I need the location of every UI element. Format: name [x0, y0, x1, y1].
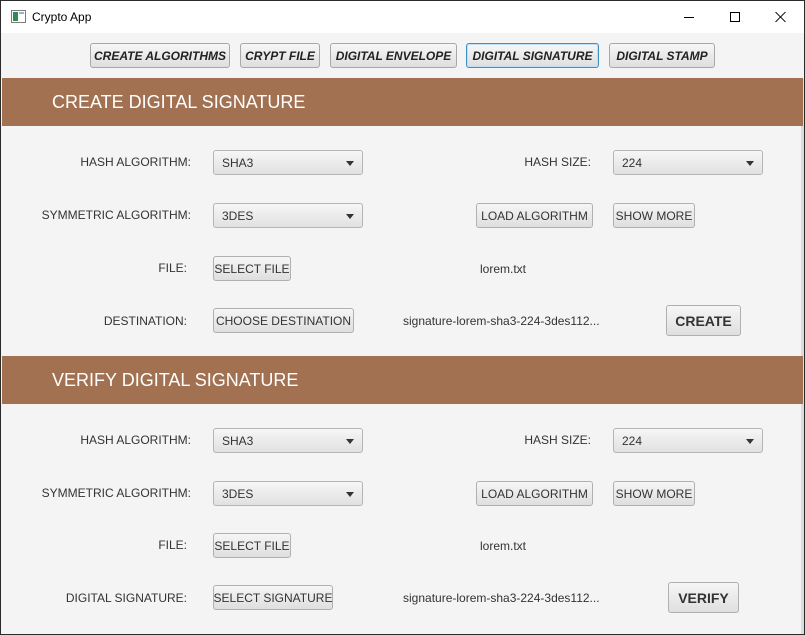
create-section-header: CREATE DIGITAL SIGNATURE: [2, 78, 803, 126]
minimize-button[interactable]: [666, 1, 712, 33]
verify-load-algorithm-button[interactable]: LOAD ALGORITHM: [476, 481, 593, 506]
create-file-name: lorem.txt: [480, 262, 527, 276]
close-button[interactable]: [758, 1, 804, 33]
verify-signature-value: signature-lorem-sha3-224-3des112...: [403, 591, 600, 605]
create-button[interactable]: CREATE: [666, 305, 741, 336]
create-hash-size-select[interactable]: 224: [613, 150, 763, 175]
create-hash-algorithm-label: HASH ALGORITHM:: [80, 155, 191, 169]
create-show-more-button[interactable]: SHOW MORE: [613, 203, 695, 228]
tab-create-algorithms[interactable]: CREATE ALGORITHMS: [90, 43, 230, 68]
tab-digital-stamp[interactable]: DIGITAL STAMP: [609, 43, 715, 68]
create-symmetric-select[interactable]: 3DES: [213, 203, 363, 228]
tab-crypt-file[interactable]: CRYPT FILE: [240, 43, 320, 68]
app-icon: [11, 10, 26, 23]
verify-show-more-button[interactable]: SHOW MORE: [613, 481, 695, 506]
verify-symmetric-select[interactable]: 3DES: [213, 481, 363, 506]
create-hash-algorithm-select[interactable]: SHA3: [213, 150, 363, 175]
minimize-icon: [684, 16, 694, 18]
verify-hash-algorithm-select[interactable]: SHA3: [213, 428, 363, 453]
tab-digital-signature[interactable]: DIGITAL SIGNATURE: [466, 43, 599, 68]
create-select-file-button[interactable]: SELECT FILE: [213, 256, 291, 281]
verify-symmetric-value: 3DES: [222, 486, 254, 501]
create-hash-size-label: HASH SIZE:: [524, 155, 591, 169]
create-load-algorithm-button[interactable]: LOAD ALGORITHM: [476, 203, 593, 228]
verify-hash-size-select[interactable]: 224: [613, 428, 763, 453]
chevron-down-icon: [346, 492, 354, 497]
verify-file-label: FILE:: [158, 538, 187, 552]
verify-hash-algorithm-value: SHA3: [222, 433, 254, 448]
verify-signature-label: DIGITAL SIGNATURE:: [65, 591, 187, 605]
verify-symmetric-label: SYMMETRIC ALGORITHM:: [41, 486, 191, 500]
chevron-down-icon: [346, 161, 354, 166]
close-icon: [775, 11, 787, 23]
maximize-button[interactable]: [712, 1, 758, 33]
create-symmetric-label: SYMMETRIC ALGORITHM:: [41, 208, 191, 222]
create-file-label: FILE:: [158, 261, 187, 275]
chevron-down-icon: [746, 439, 754, 444]
verify-section-header: VERIFY DIGITAL SIGNATURE: [2, 356, 803, 404]
app-window: Crypto App CREATE ALGORITHMS CRYPT FILE …: [0, 0, 805, 635]
title-bar: Crypto App: [1, 1, 804, 33]
create-destination-value: signature-lorem-sha3-224-3des112...: [403, 314, 600, 328]
window-title: Crypto App: [32, 10, 92, 24]
verify-select-file-button[interactable]: SELECT FILE: [213, 533, 291, 558]
choose-destination-button[interactable]: CHOOSE DESTINATION: [213, 308, 354, 333]
create-hash-algorithm-value: SHA3: [222, 155, 254, 170]
create-symmetric-value: 3DES: [222, 208, 254, 223]
chevron-down-icon: [346, 214, 354, 219]
tab-digital-envelope[interactable]: DIGITAL ENVELOPE: [330, 43, 457, 68]
verify-file-name: lorem.txt: [480, 539, 527, 553]
verify-hash-size-value: 224: [622, 433, 643, 448]
create-destination-label: DESTINATION:: [103, 314, 187, 328]
select-signature-button[interactable]: SELECT SIGNATURE: [213, 585, 333, 610]
verify-hash-size-label: HASH SIZE:: [524, 433, 591, 447]
chevron-down-icon: [746, 161, 754, 166]
maximize-icon: [730, 12, 740, 22]
chevron-down-icon: [346, 439, 354, 444]
verify-button[interactable]: VERIFY: [668, 582, 739, 613]
create-hash-size-value: 224: [622, 155, 643, 170]
verify-hash-algorithm-label: HASH ALGORITHM:: [80, 433, 191, 447]
